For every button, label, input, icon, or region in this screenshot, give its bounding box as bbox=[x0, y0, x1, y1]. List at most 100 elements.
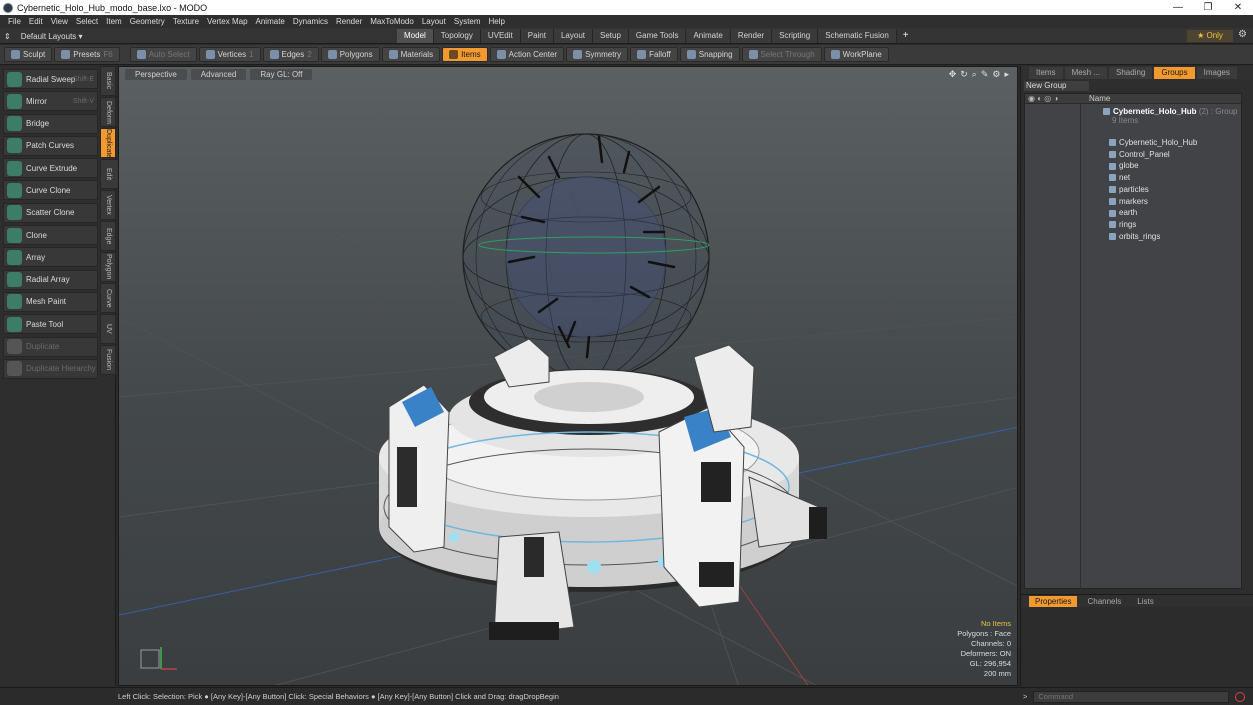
falloff-button[interactable]: Falloff bbox=[630, 47, 678, 62]
layout-collapse-icon[interactable]: ⇕ bbox=[4, 32, 11, 41]
mesh-icon bbox=[1109, 221, 1116, 229]
tab-layout[interactable]: Layout bbox=[553, 29, 593, 43]
menu-system[interactable]: System bbox=[450, 17, 485, 26]
group-child-row[interactable]: net bbox=[1109, 172, 1130, 183]
materials-button[interactable]: Materials bbox=[381, 47, 441, 62]
tool-mesh-paint-button[interactable]: Mesh Paint bbox=[3, 291, 98, 312]
tool-radial-sweep-button[interactable]: Radial Sweep Shift-E bbox=[3, 69, 98, 89]
vertices-button[interactable]: Vertices 1 bbox=[198, 47, 261, 62]
tab-uvedit[interactable]: UVEdit bbox=[480, 29, 521, 43]
vtab-uv[interactable]: UV bbox=[100, 314, 116, 344]
tab-channels[interactable]: Channels bbox=[1081, 596, 1127, 607]
select-through-button[interactable]: Select Through bbox=[741, 47, 822, 62]
materials-icon bbox=[388, 50, 398, 59]
menu-file[interactable]: File bbox=[4, 17, 25, 26]
group-child-row[interactable]: Control_Panel bbox=[1109, 149, 1170, 160]
tab-properties[interactable]: Properties bbox=[1029, 595, 1078, 607]
tool-curve-clone-button[interactable]: Curve Clone bbox=[3, 180, 98, 201]
tab-setup[interactable]: Setup bbox=[593, 29, 629, 43]
menu-layout[interactable]: Layout bbox=[418, 17, 450, 26]
snapping-label: Snapping bbox=[698, 50, 733, 59]
tool-bridge-button[interactable]: Bridge bbox=[3, 113, 98, 134]
group-child-row[interactable]: globe bbox=[1109, 160, 1139, 171]
menu-render[interactable]: Render bbox=[332, 17, 366, 26]
tool-duplicate-hierarchy-button[interactable]: Duplicate Hierarchy bbox=[3, 358, 98, 379]
sculpt-button[interactable]: Sculpt bbox=[4, 47, 53, 62]
menu-select[interactable]: Select bbox=[72, 17, 102, 26]
presets-button[interactable]: Presets F6 bbox=[54, 47, 120, 62]
menu-animate[interactable]: Animate bbox=[252, 17, 289, 26]
edges-button[interactable]: Edges 2 bbox=[262, 47, 319, 62]
group-child-row[interactable]: orbits_rings bbox=[1109, 231, 1160, 242]
vtab-basic[interactable]: Basic bbox=[100, 66, 116, 96]
workplane-button[interactable]: WorkPlane bbox=[823, 47, 889, 62]
group-child-name: earth bbox=[1119, 208, 1138, 218]
items-button[interactable]: Items bbox=[442, 47, 488, 62]
tab-groups[interactable]: Groups bbox=[1154, 66, 1195, 79]
vtab-curve[interactable]: Curve bbox=[100, 283, 116, 313]
tab-model[interactable]: Model bbox=[397, 29, 434, 43]
symmetry-button[interactable]: Symmetry bbox=[566, 47, 629, 62]
tab-mesh[interactable]: Mesh ... bbox=[1064, 66, 1108, 79]
only-toggle[interactable]: ★ Only bbox=[1187, 30, 1233, 42]
select-through-label: Select Through bbox=[760, 50, 815, 59]
tool-duplicate-button[interactable]: Duplicate bbox=[3, 336, 98, 357]
menu-item[interactable]: Item bbox=[102, 17, 126, 26]
tab-topology[interactable]: Topology bbox=[433, 29, 481, 43]
record-icon[interactable] bbox=[1235, 691, 1246, 702]
vtab-deform[interactable]: Deform bbox=[100, 97, 116, 127]
menu-texture[interactable]: Texture bbox=[169, 17, 203, 26]
tool-patch-curves-button[interactable]: Patch Curves bbox=[3, 135, 98, 156]
tool-array-button[interactable]: Array bbox=[3, 247, 98, 268]
tab-animate[interactable]: Animate bbox=[686, 29, 731, 43]
tab-paint[interactable]: Paint bbox=[520, 29, 554, 43]
menu-vertex-map[interactable]: Vertex Map bbox=[203, 17, 251, 26]
menu-edit[interactable]: Edit bbox=[25, 17, 47, 26]
command-area: > bbox=[1023, 690, 1253, 703]
tab-lists[interactable]: Lists bbox=[1131, 596, 1159, 607]
items-label: Items bbox=[461, 50, 481, 59]
layout-selector[interactable]: ⇕ Default Layouts ▾ bbox=[4, 30, 83, 42]
new-group-button[interactable]: New Group bbox=[1024, 81, 1089, 91]
add-tab-button[interactable]: + bbox=[897, 29, 915, 43]
auto-select-icon bbox=[136, 50, 146, 59]
tab-scripting[interactable]: Scripting bbox=[772, 29, 819, 43]
tool-clone-button[interactable]: Clone bbox=[3, 225, 98, 246]
polygons-button[interactable]: Polygons bbox=[320, 47, 380, 62]
snapping-button[interactable]: Snapping bbox=[679, 47, 740, 62]
tool-paste-tool-button[interactable]: Paste Tool bbox=[3, 314, 98, 335]
tab-game-tools[interactable]: Game Tools bbox=[628, 29, 687, 43]
tab-images[interactable]: Images bbox=[1196, 66, 1237, 79]
menu-help[interactable]: Help bbox=[485, 17, 509, 26]
tool-curve-extrude-button[interactable]: Curve Extrude bbox=[3, 158, 98, 179]
group-child-row[interactable]: markers bbox=[1109, 196, 1148, 207]
vtab-polygon[interactable]: Polygon bbox=[100, 252, 116, 282]
menu-view[interactable]: View bbox=[47, 17, 72, 26]
menu-maxtomodo[interactable]: MaxToModo bbox=[366, 17, 418, 26]
tab-shading[interactable]: Shading bbox=[1109, 66, 1153, 79]
group-child-row[interactable]: rings bbox=[1109, 219, 1136, 230]
tool-scatter-clone-button[interactable]: Scatter Clone bbox=[3, 202, 98, 223]
vtab-vertex[interactable]: Vertex bbox=[100, 190, 116, 220]
tab-schematic-fusion[interactable]: Schematic Fusion bbox=[818, 29, 897, 43]
tool-mirror-button[interactable]: Mirror Shift-V bbox=[3, 91, 98, 112]
vtab-duplicate[interactable]: Duplicate bbox=[100, 128, 116, 158]
menu-dynamics[interactable]: Dynamics bbox=[289, 17, 332, 26]
minimize-button[interactable]: — bbox=[1163, 0, 1193, 15]
group-child-row[interactable]: Cybernetic_Holo_Hub bbox=[1109, 137, 1197, 148]
action-center-button[interactable]: Action Center bbox=[489, 47, 565, 62]
vtab-edge[interactable]: Edge bbox=[100, 221, 116, 251]
auto-select-button[interactable]: Auto Select bbox=[129, 47, 197, 62]
group-child-row[interactable]: particles bbox=[1109, 184, 1149, 195]
vtab-fusion[interactable]: Fusion bbox=[100, 345, 116, 375]
tab-render[interactable]: Render bbox=[730, 29, 773, 43]
tool-radial-array-button[interactable]: Radial Array bbox=[3, 269, 98, 290]
close-button[interactable]: ✕ bbox=[1223, 0, 1253, 15]
tab-items[interactable]: Items bbox=[1029, 66, 1063, 79]
gear-icon[interactable]: ⚙ bbox=[1238, 29, 1247, 40]
restore-button[interactable]: ❐ bbox=[1193, 0, 1223, 15]
group-child-row[interactable]: earth bbox=[1109, 207, 1137, 218]
menu-geometry[interactable]: Geometry bbox=[126, 17, 169, 26]
3d-viewport[interactable]: Perspective Advanced Ray GL: Off ✥ ↻ ⌕ ✎… bbox=[118, 66, 1018, 686]
command-input[interactable] bbox=[1033, 690, 1230, 703]
